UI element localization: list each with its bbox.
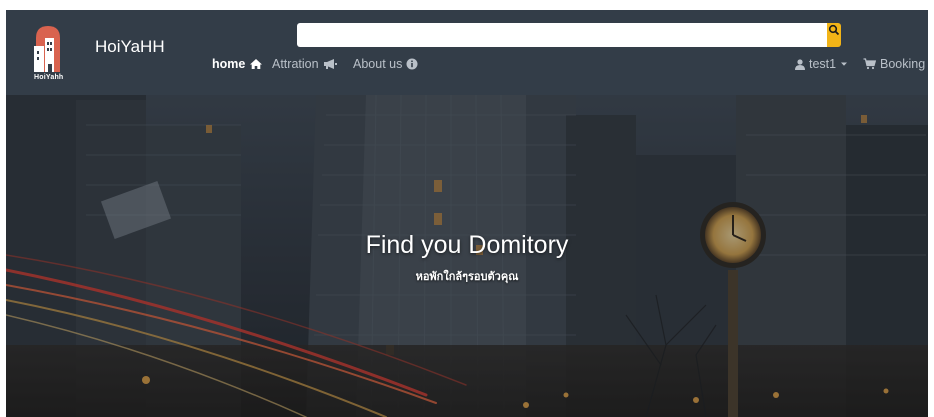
brand-name[interactable]: HoiYaHH [95, 37, 165, 57]
info-icon [406, 58, 418, 70]
nav-about-us-label: About us [353, 57, 403, 71]
building-logo-icon [34, 26, 60, 72]
nav-home[interactable]: home [212, 55, 263, 73]
page: HoiYahh HoiYaHH home Attration About us … [6, 10, 928, 417]
hero-title: Find you Domitory [365, 231, 569, 259]
user-menu[interactable]: test1 [795, 55, 848, 73]
home-icon [250, 59, 263, 69]
nav-attration[interactable]: Attration [272, 55, 337, 73]
megaphone-icon [323, 59, 337, 69]
user-icon [795, 58, 805, 70]
booking-link[interactable]: Booking [863, 55, 925, 73]
search-icon [828, 24, 840, 36]
brand-logo[interactable] [32, 24, 64, 74]
hero-subtitle: หอพักใกล้ๆรอบตัวคุณ [415, 271, 519, 283]
search-input[interactable] [297, 23, 827, 47]
hero-banner: Find you Domitory หอพักใกล้ๆรอบตัวคุณ [6, 95, 928, 417]
search-button[interactable] [827, 23, 841, 47]
user-name: test1 [809, 57, 837, 71]
navbar: HoiYahh HoiYaHH home Attration About us … [6, 10, 928, 95]
search-box [297, 23, 827, 47]
nav-attration-label: Attration [272, 57, 319, 71]
nav-about-us[interactable]: About us [353, 55, 418, 73]
cart-icon [863, 58, 876, 70]
brand-logo-text: HoiYahh [34, 74, 64, 81]
booking-label: Booking [880, 57, 926, 71]
caret-down-icon [841, 62, 848, 66]
nav-home-label: home [212, 57, 246, 71]
